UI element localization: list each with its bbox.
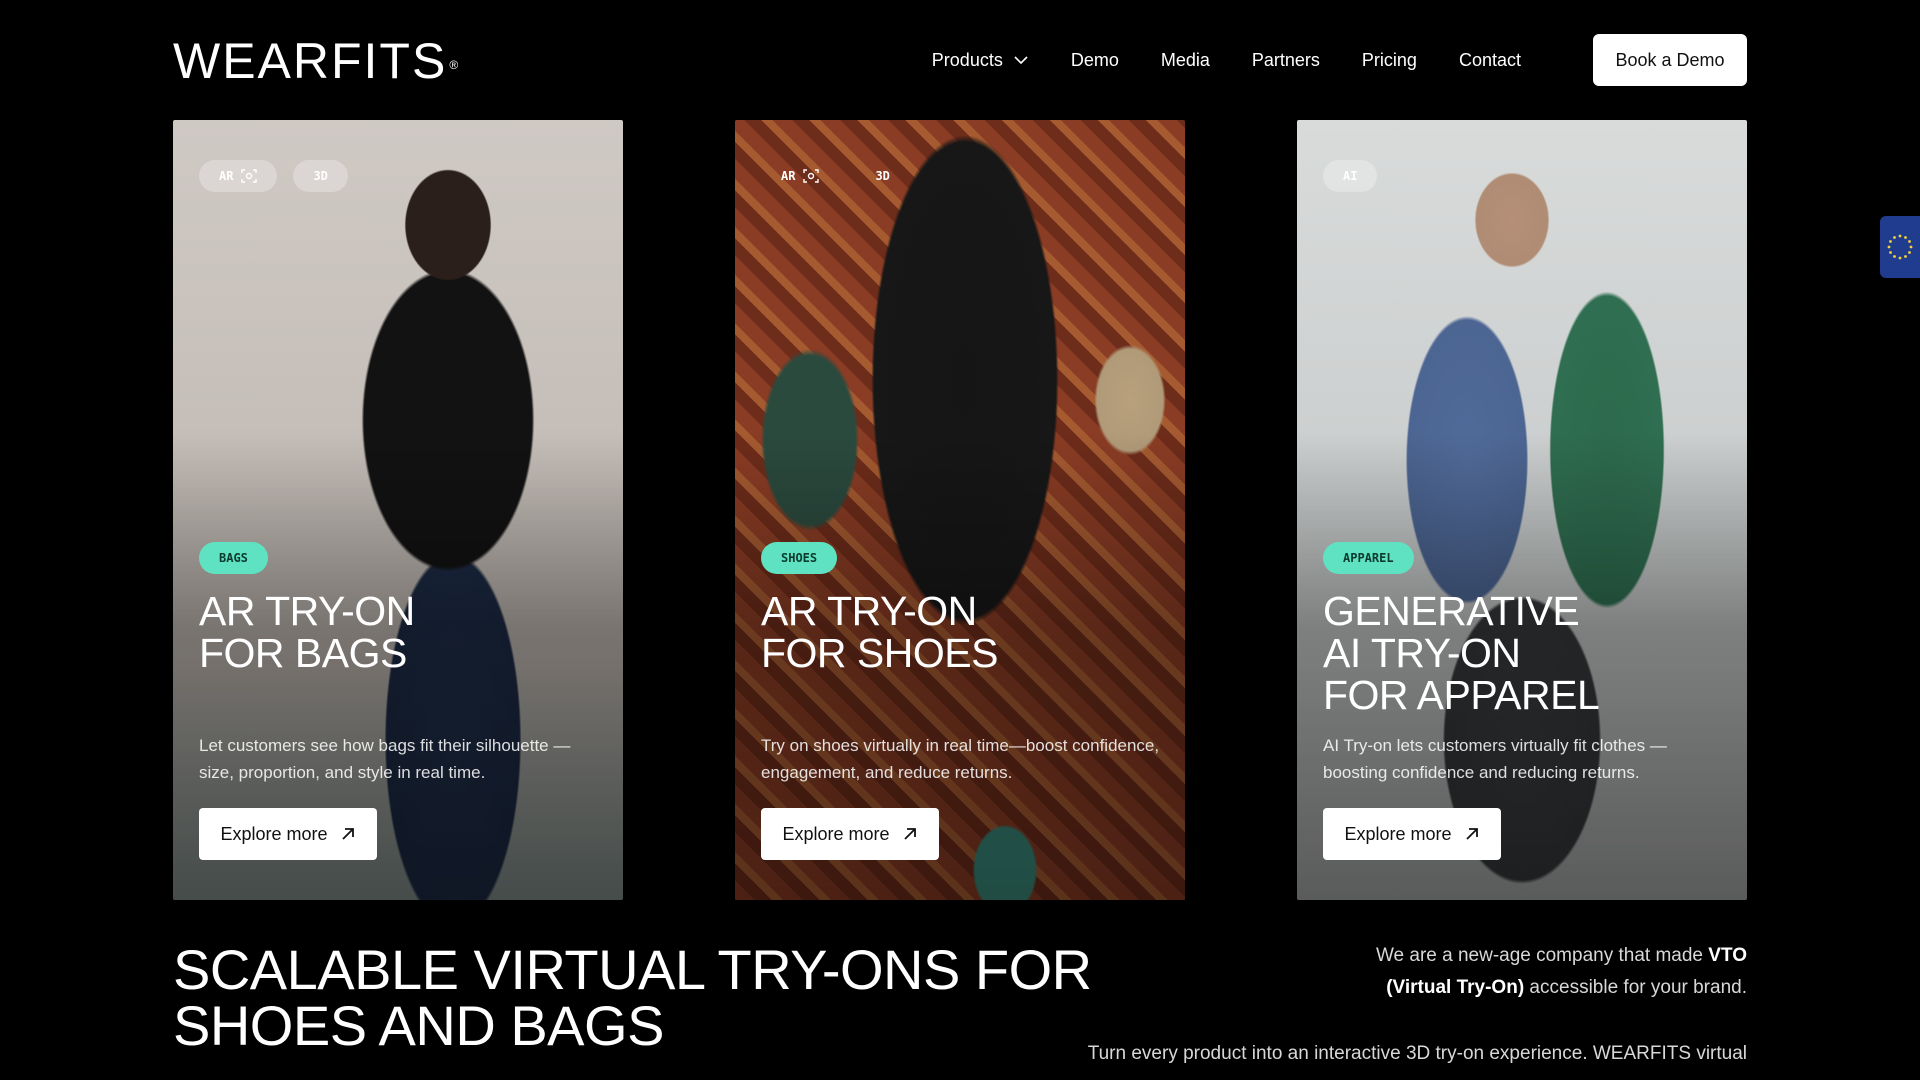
card-title: GENERATIVE AI TRY-ON FOR APPAREL (1323, 588, 1600, 718)
card-title-line: FOR SHOES (761, 630, 998, 676)
card-description: AI Try-on lets customers virtually fit c… (1323, 736, 1667, 782)
category-tag: SHOES (761, 542, 838, 574)
headline-line: SCALABLE VIRTUAL TRY-ONS FOR (173, 938, 1092, 1001)
chip-label: AI (1343, 169, 1358, 183)
chip-row: AI (1323, 160, 1378, 192)
chip-ar: AR (761, 160, 839, 192)
card-title-line: FOR APPAREL (1323, 672, 1600, 718)
card-description: Let customers see how bags fit their sil… (199, 736, 571, 782)
chip-3d: 3D (293, 160, 348, 192)
nav-item-label: Products (931, 49, 1003, 70)
explore-more-button[interactable]: Explore more (761, 808, 939, 860)
ar-scan-icon (803, 169, 820, 183)
wearfits-logo[interactable]: WEARFITS ® (173, 36, 458, 86)
chevron-down-icon (1014, 56, 1028, 65)
explore-more-button[interactable]: Explore more (1323, 808, 1501, 860)
explore-more-button[interactable]: Explore more (199, 808, 377, 860)
card-title-line: AR TRY-ON (199, 588, 415, 634)
site-header: WEARFITS ® Products Demo Media Partners P… (173, 33, 1747, 87)
chip-ar: AR (199, 160, 278, 192)
book-demo-button[interactable]: Book a Demo (1593, 34, 1747, 86)
button-label: Explore more (1344, 823, 1452, 844)
chip-label: 3D (875, 169, 890, 183)
page: WEARFITS ® Products Demo Media Partners P… (0, 0, 1920, 1080)
hero-headline: SCALABLE VIRTUAL TRY-ONS FOR SHOES AND B… (173, 942, 1092, 1054)
card-title: AR TRY-ON FOR SHOES (761, 590, 998, 674)
card-title-line: AR TRY-ON (761, 588, 977, 634)
intro-paragraph: Turn every product into an interactive 3… (1087, 1043, 1747, 1064)
chip-label: 3D (313, 169, 328, 183)
ar-scan-icon (241, 169, 258, 183)
eu-flag-icon (1887, 234, 1913, 260)
chip-row: AR 3D (761, 160, 910, 192)
card-title: AR TRY-ON FOR BAGS (199, 590, 415, 674)
main-nav: Products Demo Media Partners Pricing Con… (932, 33, 1521, 87)
card-shoes[interactable]: AR 3D SHOES AR TRY-ON FOR SHOES Try on s… (735, 120, 1185, 900)
nav-item-contact[interactable]: Contact (1459, 50, 1521, 71)
registered-mark: ® (449, 58, 459, 72)
chip-ai: AI (1323, 160, 1378, 192)
nav-item-products[interactable]: Products (932, 50, 1029, 71)
button-label: Explore more (782, 823, 890, 844)
arrow-up-right-icon (1465, 828, 1478, 840)
card-title-line: GENERATIVE (1323, 588, 1580, 634)
arrow-up-right-icon (903, 828, 916, 840)
chip-row: AR 3D (199, 160, 348, 192)
chip-3d: 3D (855, 160, 909, 192)
category-tag: APPAREL (1323, 542, 1414, 574)
intro-text: We are a new-age company that made VTO (… (1327, 940, 1747, 1004)
card-bags[interactable]: AR 3D BAGS AR TRY-ON FOR BAGS Let custom… (173, 120, 623, 900)
arrow-up-right-icon (341, 828, 354, 840)
card-description: Try on shoes virtually in real time—boos… (761, 736, 1160, 782)
nav-item-pricing[interactable]: Pricing (1362, 50, 1417, 71)
card-title-line: FOR BAGS (199, 630, 407, 676)
card-apparel[interactable]: AI APPAREL GENERATIVE AI TRY-ON FOR APPA… (1297, 120, 1747, 900)
intro-prefix: We are a new-age company that made (1375, 945, 1709, 966)
card-title-line: AI TRY-ON (1323, 630, 1521, 676)
nav-item-partners[interactable]: Partners (1252, 50, 1320, 71)
chip-label: AR (219, 169, 234, 183)
category-tag: BAGS (199, 542, 268, 574)
intro-suffix: accessible for your brand. (1524, 977, 1747, 998)
headline-line: SHOES AND BAGS (173, 994, 664, 1057)
nav-item-demo[interactable]: Demo (1071, 50, 1119, 71)
button-label: Explore more (220, 823, 328, 844)
eu-funding-badge[interactable] (1880, 216, 1920, 278)
logo-text: WEARFITS (173, 33, 448, 89)
nav-item-media[interactable]: Media (1161, 50, 1210, 71)
chip-label: AR (781, 169, 796, 183)
